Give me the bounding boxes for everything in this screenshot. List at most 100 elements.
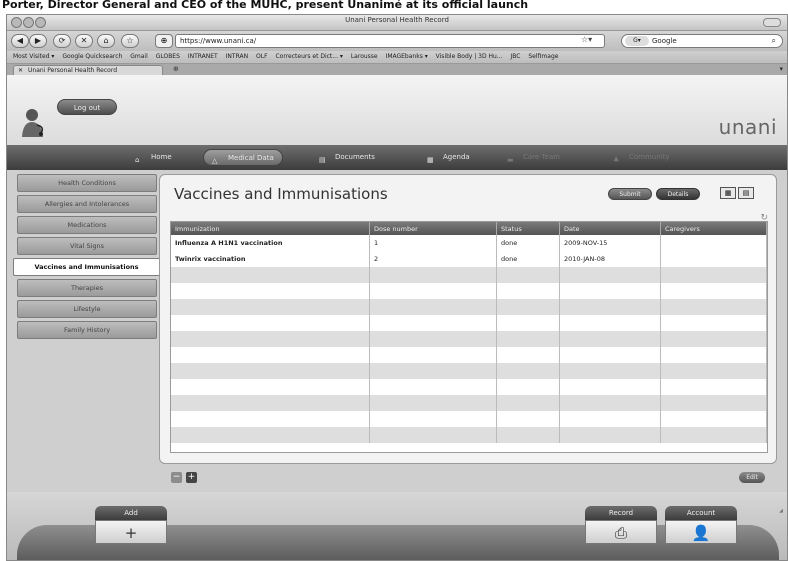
bookmark-item[interactable]: INTRANET [188, 53, 218, 60]
column-header[interactable]: Immunization [171, 222, 370, 235]
table-cell: done [496, 235, 560, 251]
home-icon[interactable]: ⌂ [97, 34, 115, 48]
bookmark-item[interactable]: GLOBES [156, 53, 180, 60]
sidebar-item-therapies[interactable]: Therapies [17, 279, 157, 297]
bookmark-item[interactable]: OLF [256, 53, 268, 60]
community-icon: ♣ [613, 156, 620, 164]
table-row[interactable]: Twinrix vaccination 2 done 2010-JAN-08 [171, 251, 767, 267]
nav-medical-data[interactable]: △ Medical Data [203, 149, 283, 166]
nav-label: Medical Data [228, 154, 274, 162]
url-input[interactable]: https://www.unani.ca/ [175, 34, 605, 48]
list-view-icon[interactable]: ▤ [738, 187, 754, 199]
bookmark-item[interactable]: Visible Body | 3D Hu... [436, 53, 503, 60]
page-caption: Porter, Director General and CEO of the … [0, 0, 788, 14]
grid-view-icon[interactable]: ▦ [720, 187, 736, 199]
add-row-icon[interactable]: + [186, 472, 197, 483]
table-cell: 2009-NOV-15 [559, 235, 661, 251]
medical-icon: △ [212, 157, 218, 165]
house-icon: ⌂ [135, 156, 140, 164]
main-nav: ⌂ Home △ Medical Data ▤ Documents ▦ Agenda ▬… [7, 145, 787, 170]
search-engine-icon[interactable]: G▾ [625, 36, 649, 46]
bookmark-item[interactable]: Larousse [351, 53, 378, 60]
browser-tab[interactable]: ✕ Unani Personal Health Record [13, 65, 163, 75]
content-area: Health Conditions Allergies and Intolera… [7, 170, 787, 492]
table-row-empty [171, 363, 767, 379]
documents-icon: ▤ [319, 156, 326, 164]
add-button[interactable]: Add + [95, 506, 167, 552]
tab-list-icon[interactable]: ▾ [779, 65, 783, 73]
column-header[interactable]: Dose number [369, 222, 497, 235]
table-cell: Influenza A H1N1 vaccination [171, 235, 370, 251]
search-input[interactable]: G▾ Google ⌕ [621, 34, 783, 48]
table-cell: 2 [369, 251, 497, 267]
sidebar-item-medications[interactable]: Medications [17, 216, 157, 234]
table-row-empty [171, 331, 767, 347]
nav-community[interactable]: ♣ Community [613, 149, 670, 166]
window-title: Unani Personal Health Record [345, 16, 449, 24]
table-row-empty [171, 379, 767, 395]
table-cell: done [496, 251, 560, 267]
table-row-empty [171, 299, 767, 315]
bookmark-item[interactable]: IMAGEbanks ▾ [386, 53, 428, 60]
toolbar-toggle-button[interactable] [763, 18, 781, 27]
resize-handle-icon[interactable]: ◢ [779, 508, 783, 514]
site-identity-icon[interactable]: ⊕ [155, 34, 173, 48]
column-header[interactable]: Date [559, 222, 661, 235]
browser-toolbar: ◀ ▶ ⟳ ✕ ⌂ ☆ ⊕ https://www.unani.ca/ ☆▾ G… [7, 31, 787, 51]
reload-icon[interactable]: ⟳ [53, 34, 71, 48]
sidebar-item-health-conditions[interactable]: Health Conditions [17, 174, 157, 192]
vaccines-panel: Vaccines and Immunisations Submit Detail… [159, 174, 777, 464]
sidebar-item-lifestyle[interactable]: Lifestyle [17, 300, 157, 318]
table-row-empty [171, 427, 767, 443]
column-header[interactable]: Caregivers [660, 222, 767, 235]
immunization-table: Immunization Dose number Status Date Car… [170, 221, 768, 453]
nav-label: Agenda [443, 153, 470, 161]
person-icon: 👤 [665, 520, 737, 544]
bookmark-item[interactable]: JBC [510, 53, 520, 60]
nav-documents[interactable]: ▤ Documents [319, 149, 375, 166]
nav-care-team[interactable]: ▬ Care Team [507, 149, 560, 166]
nav-label: Home [151, 153, 172, 161]
logout-button[interactable]: Log out [57, 99, 117, 115]
table-row[interactable]: Influenza A H1N1 vaccination 1 done 2009… [171, 235, 767, 251]
column-header[interactable]: Status [496, 222, 560, 235]
bookmark-star-icon[interactable]: ☆ [121, 34, 139, 48]
account-button[interactable]: Account 👤 [665, 506, 737, 552]
calendar-icon: ▦ [427, 156, 434, 164]
new-tab-icon[interactable]: ⊕ [173, 65, 179, 73]
record-button[interactable]: Record ⎙ [585, 506, 657, 552]
sidebar-item-vital-signs[interactable]: Vital Signs [17, 237, 157, 255]
stop-icon[interactable]: ✕ [75, 34, 93, 48]
forward-button[interactable]: ▶ [29, 34, 47, 48]
sidebar: Health Conditions Allergies and Intolera… [13, 174, 159, 342]
table-row-empty [171, 315, 767, 331]
url-star-dropdown-icon[interactable]: ☆▾ [581, 35, 592, 44]
back-button[interactable]: ◀ [11, 34, 29, 48]
search-icon[interactable]: ⌕ [772, 35, 776, 47]
sidebar-item-allergies[interactable]: Allergies and Intolerances [17, 195, 157, 213]
sidebar-item-vaccines[interactable]: Vaccines and Immunisations [13, 258, 159, 276]
submit-button[interactable]: Submit [608, 188, 652, 200]
add-label: Add [95, 506, 167, 520]
tab-close-icon[interactable]: ✕ [18, 66, 23, 75]
sidebar-item-family-history[interactable]: Family History [17, 321, 157, 339]
account-label: Account [665, 506, 737, 520]
bookmark-item[interactable]: Gmail [130, 53, 148, 60]
title-bar: Unani Personal Health Record [7, 15, 787, 31]
remove-row-icon[interactable]: − [171, 472, 182, 483]
bottom-dock: Add + Record ⎙ Account 👤 ◢ [7, 492, 787, 560]
app-header: Log out unani [7, 75, 787, 145]
nav-agenda[interactable]: ▦ Agenda [427, 149, 470, 166]
edit-button[interactable]: Edit [739, 472, 765, 483]
bookmark-item[interactable]: SelfImage [528, 53, 558, 60]
nav-label: Care Team [523, 153, 560, 161]
bookmark-item[interactable]: Most Visited ▾ [13, 53, 54, 60]
page-title: Vaccines and Immunisations [174, 185, 388, 203]
team-icon: ▬ [507, 156, 514, 164]
nav-home[interactable]: ⌂ Home [135, 149, 172, 166]
bookmark-item[interactable]: INTRAN [226, 53, 248, 60]
bookmark-item[interactable]: Correcteurs et Dict... ▾ [275, 53, 342, 60]
bookmark-item[interactable]: Google Quicksearch [62, 53, 122, 60]
doctor-icon [22, 109, 44, 137]
details-button[interactable]: Details [656, 188, 700, 200]
